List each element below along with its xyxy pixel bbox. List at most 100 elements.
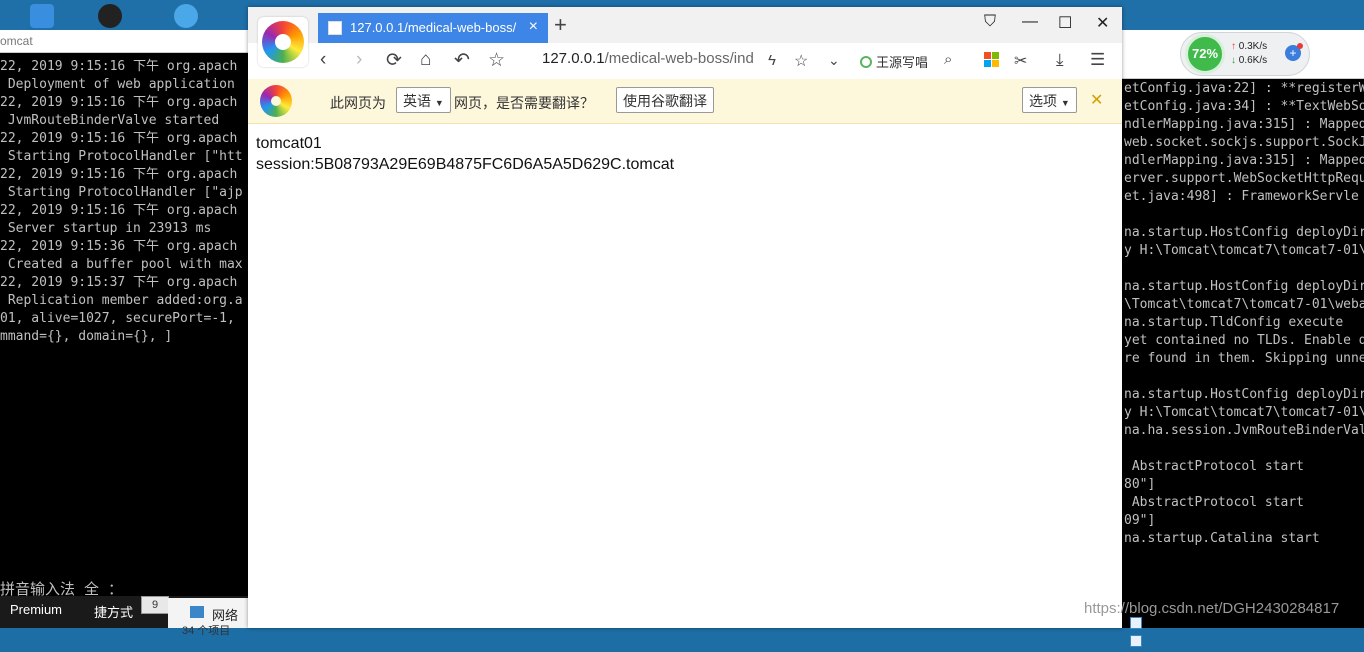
minimize-button[interactable]: —: [1022, 13, 1038, 31]
terminal-line: na.startup.HostConfig deployDir: [1124, 279, 1364, 294]
browser-logo[interactable]: [258, 17, 308, 67]
terminal-line: ndlerMapping.java:315] : Mapped: [1124, 153, 1364, 168]
view-toggle-icons[interactable]: [1130, 616, 1154, 647]
qq-penguin-icon[interactable]: [98, 4, 122, 28]
shirt-skin-icon[interactable]: ⛉: [984, 13, 996, 31]
network-icon: [190, 606, 204, 618]
terminal-line: \Tomcat\tomcat7\tomcat7-01\weba: [1124, 297, 1364, 312]
terminal-line: Starting ProtocolHandler ["ajp: [0, 185, 243, 200]
terminal-line: 01, alive=1027, securePort=-1,: [0, 311, 235, 326]
close-window-button[interactable]: ✕: [1096, 13, 1109, 33]
ime-status: 拼音输入法 全 ：: [0, 580, 124, 596]
down-arrow-icon: ↓: [1231, 55, 1236, 66]
taskbar-item-premium[interactable]: Premium: [10, 602, 62, 617]
terminal-output: 22, 2019 9:15:16 下午 org.apach Deployment…: [0, 58, 243, 346]
menu-icon[interactable]: ☰: [1090, 50, 1105, 70]
terminal-line: AbstractProtocol start: [1124, 459, 1305, 474]
taskbar-number-box: 9: [141, 596, 169, 614]
tab-title: 127.0.0.1/medical-web-boss/: [350, 20, 517, 35]
network-speed-widget[interactable]: 72% ↑ 0.3K/s ↓ 0.6K/s +: [1180, 32, 1310, 76]
terminal-line: re found in them. Skipping unne: [1124, 351, 1364, 366]
terminal-line: 22, 2019 9:15:16 下午 org.apach: [0, 203, 238, 218]
scissors-icon[interactable]: ✂: [1014, 51, 1027, 71]
taskbar-item-network[interactable]: 网络 34 个项目: [168, 598, 248, 637]
search-engine-icon: [860, 56, 872, 68]
network-sub-label: 34 个项目: [182, 625, 231, 637]
browser-logo-icon: [262, 21, 304, 63]
search-icon[interactable]: ⌕: [944, 51, 952, 68]
terminal-line: Replication member added:org.a: [0, 293, 243, 308]
terminal-line: etConfig.java:34] : **TextWebSo: [1124, 99, 1364, 114]
maximize-button[interactable]: ☐: [1058, 13, 1072, 33]
lightning-icon[interactable]: ϟ: [768, 52, 776, 69]
terminal-line: JvmRouteBinderValve started: [0, 113, 220, 128]
terminal-line: 22, 2019 9:15:16 下午 org.apach: [0, 131, 238, 146]
translate-options-button[interactable]: 选项 ▼: [1022, 87, 1077, 113]
navigation-toolbar: ‹ › ⟳ ⌂ ↶ ☆ 127.0.0.1/medical-web-boss/i…: [248, 43, 1122, 80]
translate-question: 网页，是否需要翻译？: [454, 95, 594, 111]
download-icon[interactable]: ⤓: [1056, 50, 1064, 70]
dropdown-chevron-icon[interactable]: ⌄: [828, 52, 840, 69]
up-arrow-icon: ↑: [1231, 41, 1236, 52]
browser-window: 127.0.0.1/medical-web-boss/ × + ⛉ — ☐ ✕ …: [248, 7, 1122, 628]
terminal-line: y H:\Tomcat\tomcat7\tomcat7-01\: [1124, 243, 1364, 258]
caret-down-icon: ▼: [1060, 98, 1070, 108]
terminal-line: erver.support.WebSocketHttpRequ: [1124, 171, 1364, 186]
terminal-line: 80"]: [1124, 477, 1156, 492]
terminal-line: 22, 2019 9:15:37 下午 org.apach: [0, 275, 238, 290]
translate-close-icon[interactable]: ✕: [1090, 90, 1103, 110]
address-bar[interactable]: 127.0.0.1/medical-web-boss/ind: [542, 50, 758, 72]
tab-medical-web-boss[interactable]: 127.0.0.1/medical-web-boss/ ×: [318, 13, 548, 43]
favorite-star-icon[interactable]: ☆: [794, 51, 808, 71]
forward-icon[interactable]: ›: [356, 49, 362, 71]
desktop-computer-icon[interactable]: [30, 4, 54, 28]
undo-icon[interactable]: ↶: [454, 49, 470, 72]
terminal-line: AbstractProtocol start: [1124, 495, 1305, 510]
back-icon[interactable]: ‹: [320, 49, 326, 71]
terminal-window-right: etConfig.java:22] : **registerW etConfig.…: [1122, 30, 1364, 628]
page-content: tomcat01 session:5B08793A29E69B4875FC6D6…: [256, 133, 674, 175]
terminal-line: Server startup in 23913 ms: [0, 221, 212, 236]
terminal-line: na.ha.session.JvmRouteBinderVal: [1124, 423, 1364, 438]
terminal-line: 09"]: [1124, 513, 1156, 528]
terminal-line: y H:\Tomcat\tomcat7\tomcat7-01\: [1124, 405, 1364, 420]
search-box[interactable]: 王源写唱: [860, 52, 928, 71]
terminal-line: mmand={}, domain={}, ]: [0, 329, 173, 344]
upload-speed: ↑ 0.3K/s: [1231, 41, 1268, 52]
language-select[interactable]: 英语 ▼: [396, 87, 451, 113]
taskbar-item-shortcut[interactable]: 捷方式: [94, 602, 133, 621]
new-tab-button[interactable]: +: [554, 12, 567, 38]
terminal-line: na.startup.HostConfig deployDir: [1124, 387, 1364, 402]
translate-prefix: 此网页为: [330, 95, 386, 111]
terminal-line: 22, 2019 9:15:16 下午 org.apach: [0, 167, 238, 182]
download-speed: ↓ 0.6K/s: [1231, 55, 1268, 66]
bookmark-star-icon[interactable]: ☆: [488, 49, 505, 72]
apps-grid-icon[interactable]: [984, 52, 1000, 68]
terminal-title: omcat: [0, 30, 248, 53]
notification-dot: [1297, 43, 1303, 49]
reload-icon[interactable]: ⟳: [386, 49, 402, 72]
tab-bar: 127.0.0.1/medical-web-boss/ × + ⛉ — ☐ ✕: [248, 7, 1122, 43]
tab-close-icon[interactable]: ×: [529, 18, 538, 36]
session-id: session:5B08793A29E69B4875FC6D6A5A5D629C…: [256, 156, 675, 173]
terminal-line: na.startup.TldConfig execute: [1124, 315, 1344, 330]
terminal-line: 22, 2019 9:15:16 下午 org.apach: [0, 95, 238, 110]
terminal-line: Starting ProtocolHandler ["htt: [0, 149, 243, 164]
browser-shortcut-icon[interactable]: [174, 4, 198, 28]
taskbar: Premium 捷方式 9 网络 34 个项目: [0, 596, 248, 637]
terminal-line: Deployment of web application: [0, 77, 235, 92]
google-translate-button[interactable]: 使用谷歌翻译: [616, 87, 714, 113]
home-icon[interactable]: ⌂: [420, 49, 431, 71]
translate-logo-icon: [260, 85, 292, 117]
terminal-window-left: omcat 22, 2019 9:15:16 下午 org.apach Depl…: [0, 30, 248, 596]
terminal-line: 22, 2019 9:15:16 下午 org.apach: [0, 59, 238, 74]
terminal-line: 22, 2019 9:15:36 下午 org.apach: [0, 239, 238, 254]
terminal-line: na.startup.Catalina start: [1124, 531, 1320, 546]
terminal-line: na.startup.HostConfig deployDir: [1124, 225, 1364, 240]
terminal-line: yet contained no TLDs. Enable d: [1124, 333, 1364, 348]
server-name: tomcat01: [256, 135, 322, 152]
